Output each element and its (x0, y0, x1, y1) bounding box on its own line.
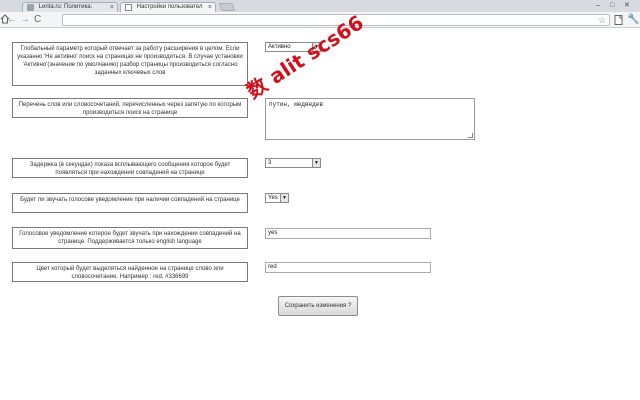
tab-title: Lenta.ru: Политика: (38, 4, 93, 10)
window-close-icon[interactable]: ✕ (624, 1, 630, 10)
resize-grip-icon[interactable] (468, 133, 473, 138)
keywords-textarea[interactable]: путин, медведев (265, 98, 475, 140)
sound-alert-select[interactable]: Yes ▼ (265, 193, 289, 203)
select-value: Yes (268, 195, 278, 201)
back-arrow-icon[interactable]: ← (7, 14, 17, 26)
new-tab-button[interactable] (218, 3, 236, 11)
sound-alert-label: Будет ли звучать голосове уведомление пр… (12, 193, 248, 213)
browser-toolbar: ← → C ☆ 🔧 (0, 12, 640, 28)
voice-text-label: Голосовое уведомление котерое будет звуч… (12, 227, 248, 249)
save-changes-button[interactable]: Сохранить изменения ? (278, 296, 358, 316)
keywords-label: Перечень слов или словосочетаний, перечи… (12, 98, 248, 118)
popup-delay-label: Задержка (в секундах) показа всплывающег… (12, 158, 248, 178)
tab-strip: Lenta.ru: Политика: × Настройки пользова… (0, 0, 640, 12)
minimize-icon[interactable]: – (596, 1, 600, 10)
select-value: 3 (268, 160, 272, 166)
tab-close-icon[interactable]: × (208, 3, 212, 12)
tab-title: Настройки пользовател (136, 4, 203, 10)
tab-settings[interactable]: Настройки пользовател × (120, 2, 216, 12)
highlight-color-label: Цвет который будет выделяться найденное … (12, 262, 248, 282)
dropdown-arrow-icon[interactable]: ▼ (312, 159, 320, 167)
voice-text-input[interactable]: yes (265, 228, 431, 239)
highlight-color-input[interactable]: red (265, 262, 431, 273)
maximize-icon[interactable]: □ (610, 1, 614, 10)
wrench-icon[interactable]: 🔧 (627, 14, 639, 26)
textarea-value: путин, медведев (269, 101, 324, 108)
tab-close-icon[interactable]: × (110, 3, 114, 12)
search-enabled-label: Глобальный параметр который отвечает за … (12, 42, 248, 86)
tab-lenta[interactable]: Lenta.ru: Политика: × (22, 2, 118, 12)
page-favicon-icon (125, 4, 132, 11)
page-menu-icon[interactable] (614, 15, 623, 25)
dropdown-arrow-icon[interactable]: ▼ (280, 194, 288, 202)
forward-arrow-icon[interactable]: → (20, 14, 30, 26)
lenta-favicon-icon (27, 4, 34, 11)
bookmark-star-icon[interactable]: ☆ (598, 15, 606, 26)
popup-delay-select[interactable]: 3 ▼ (265, 158, 321, 168)
reload-icon[interactable]: C (34, 14, 41, 26)
